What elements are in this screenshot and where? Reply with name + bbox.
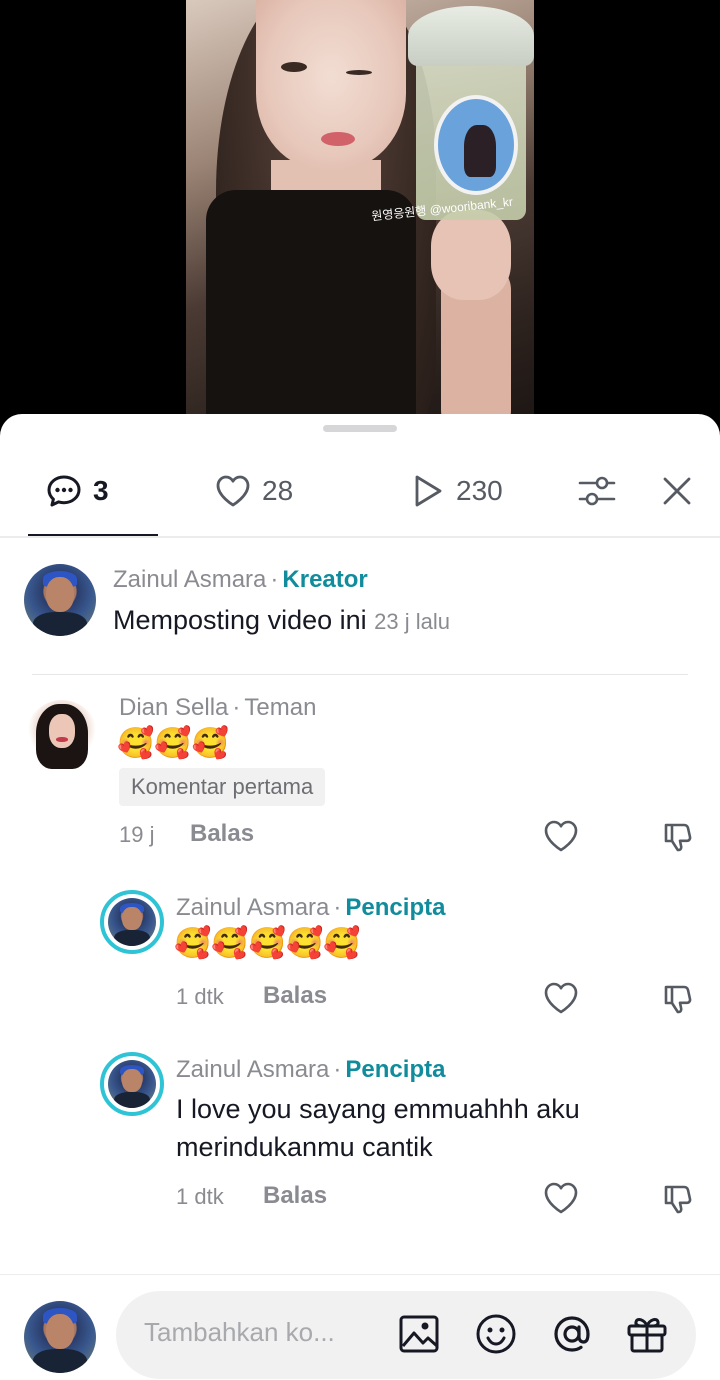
filter-sliders-icon[interactable] <box>576 470 618 512</box>
creator-post-time: 23 j lalu <box>374 609 450 634</box>
reply-time: 1 dtk <box>176 1184 224 1209</box>
emoji-icon[interactable] <box>473 1311 519 1357</box>
reply-avatar <box>108 1060 156 1108</box>
reply-author-name[interactable]: Zainul Asmara <box>176 894 329 921</box>
gift-icon[interactable] <box>624 1311 670 1357</box>
comment-bubble-icon <box>45 472 83 510</box>
comment-text: 🥰🥰🥰 <box>117 727 230 760</box>
mention-at-icon[interactable] <box>549 1311 595 1357</box>
current-user-avatar[interactable] <box>24 1301 96 1373</box>
video-frame[interactable]: 원영응원행 @wooribank_kr <box>186 0 534 440</box>
comment-time: 19 j <box>119 822 155 847</box>
sheet-drag-handle[interactable] <box>323 425 397 432</box>
heart-icon <box>214 472 252 510</box>
reply-like-heart-icon[interactable] <box>542 1179 580 1217</box>
dislike-thumb-icon[interactable] <box>658 817 696 855</box>
reply-text: 🥰🥰🥰🥰🥰 <box>174 927 361 960</box>
tab-likes[interactable]: 28 <box>214 456 293 526</box>
close-icon[interactable] <box>656 470 698 512</box>
reply-role-badge: Pencipta <box>345 894 446 921</box>
play-icon <box>408 472 446 510</box>
creator-role-badge: Kreator <box>282 566 368 593</box>
tabs-divider <box>0 536 720 538</box>
reply-time: 1 dtk <box>176 984 224 1009</box>
image-icon[interactable] <box>396 1311 442 1357</box>
video-background[interactable]: 원영응원행 @wooribank_kr <box>0 0 720 440</box>
sheet-tabs: 3 28 230 <box>0 456 720 538</box>
reply-text-line-2: merindukanmu cantik <box>176 1132 433 1162</box>
views-count: 230 <box>456 475 503 506</box>
dislike-thumb-icon[interactable] <box>658 979 696 1017</box>
first-comment-badge: Komentar pertama <box>119 768 326 806</box>
reply-button[interactable]: Balas <box>263 1182 327 1210</box>
tab-comments[interactable]: 3 <box>45 456 109 526</box>
comment-name-line: Dian Sella · Teman <box>119 694 317 721</box>
comment-input-placeholder: Tambahkan ko... <box>144 1317 335 1347</box>
creator-divider <box>32 674 688 675</box>
creator-name-line: Zainul Asmara · Kreator <box>113 566 368 593</box>
tab-views[interactable]: 230 <box>408 456 503 526</box>
reply-button[interactable]: Balas <box>263 982 327 1010</box>
reply-role-badge: Pencipta <box>345 1056 446 1083</box>
creator-name[interactable]: Zainul Asmara <box>113 566 266 593</box>
reply-text-line-1: I love you sayang emmuahhh aku <box>176 1094 580 1124</box>
reply-author-name[interactable]: Zainul Asmara <box>176 1056 329 1083</box>
comment-input[interactable]: Tambahkan ko... <box>116 1291 696 1379</box>
comments-count: 3 <box>93 475 109 506</box>
comment-input-bar: Tambahkan ko... <box>0 1274 720 1380</box>
reply-like-heart-icon[interactable] <box>542 979 580 1017</box>
commenter-avatar[interactable] <box>26 700 98 772</box>
commenter-relation: Teman <box>244 694 317 721</box>
creator-post-line: Memposting video ini 23 j lalu <box>113 601 450 641</box>
commenter-name[interactable]: Dian Sella <box>119 694 228 721</box>
reply-avatar <box>108 898 156 946</box>
creator-avatar[interactable] <box>24 564 96 636</box>
reply-avatar-ring[interactable] <box>100 1052 164 1116</box>
reply-button[interactable]: Balas <box>190 820 254 848</box>
reply-name-line: Zainul Asmara · Pencipta <box>176 1056 446 1083</box>
creator-post-text: Memposting video ini <box>113 605 367 635</box>
reply-name-line: Zainul Asmara · Pencipta <box>176 894 446 921</box>
comments-sheet: 3 28 230 Zainul Asmara · Kreator Mempost… <box>0 414 720 1380</box>
likes-count: 28 <box>262 475 294 506</box>
comment-like-heart-icon[interactable] <box>542 817 580 855</box>
cup-sticker <box>434 95 518 195</box>
reply-avatar-ring[interactable] <box>100 890 164 954</box>
dislike-thumb-icon[interactable] <box>658 1179 696 1217</box>
